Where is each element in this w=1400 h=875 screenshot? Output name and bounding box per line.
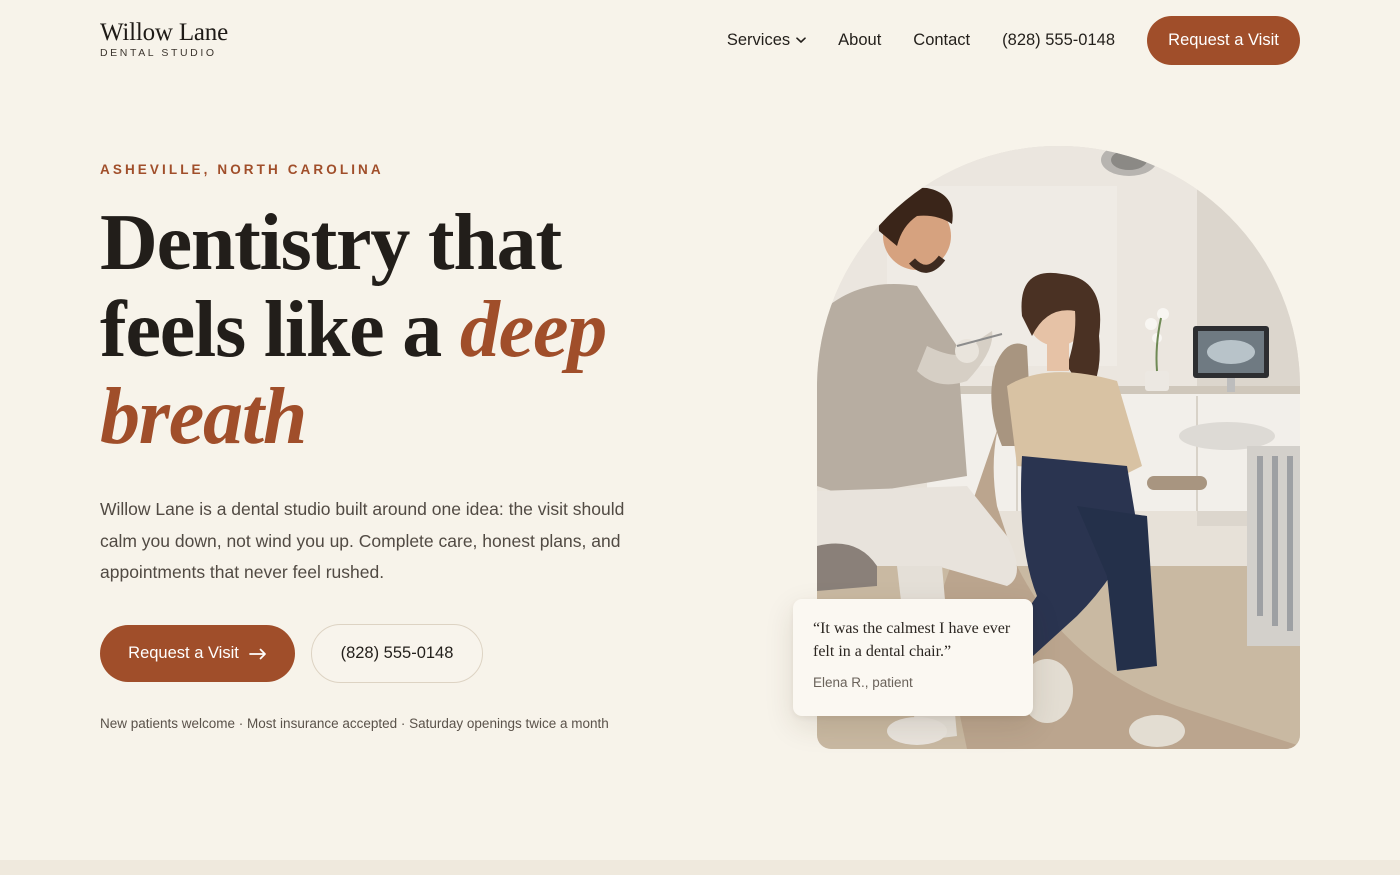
arrow-right-icon	[248, 648, 267, 660]
chevron-down-icon	[796, 37, 806, 44]
next-section-edge	[0, 860, 1400, 875]
hero-eyebrow: ASHEVILLE, NORTH CAROLINA	[100, 162, 384, 177]
nav-contact[interactable]: Contact	[913, 31, 970, 50]
request-visit-nav-button[interactable]: Request a Visit	[1147, 16, 1300, 65]
nav-services-label: Services	[726, 31, 791, 49]
testimonial-quote: “It was the calmest I have ever felt in …	[813, 620, 1011, 660]
brand-tagline: DENTAL STUDIO	[100, 47, 217, 59]
phone-call-button[interactable]: (828) 555-0148	[311, 624, 483, 683]
brand-logo[interactable]: Willow Lane DENTAL STUDIO	[100, 19, 228, 59]
nav-services[interactable]: Services	[727, 31, 806, 50]
request-visit-label: Request a Visit	[128, 644, 239, 662]
main-nav: Services About Contact (828) 555-0148 Re…	[727, 16, 1300, 65]
hero-footnote: New patients welcome · Most insurance ac…	[100, 716, 609, 731]
brand-name: Willow Lane	[100, 19, 229, 46]
testimonial-card: “It was the calmest I have ever felt in …	[793, 599, 1033, 716]
hero-headline: Dentistry that feels like a deep breath	[100, 200, 700, 461]
hero-description: Willow Lane is a dental studio built aro…	[100, 499, 625, 582]
nav-about[interactable]: About	[838, 31, 881, 50]
nav-phone[interactable]: (828) 555-0148	[1002, 31, 1115, 50]
request-visit-button[interactable]: Request a Visit	[100, 625, 295, 682]
testimonial-attribution: Elena R., patient	[813, 675, 913, 690]
